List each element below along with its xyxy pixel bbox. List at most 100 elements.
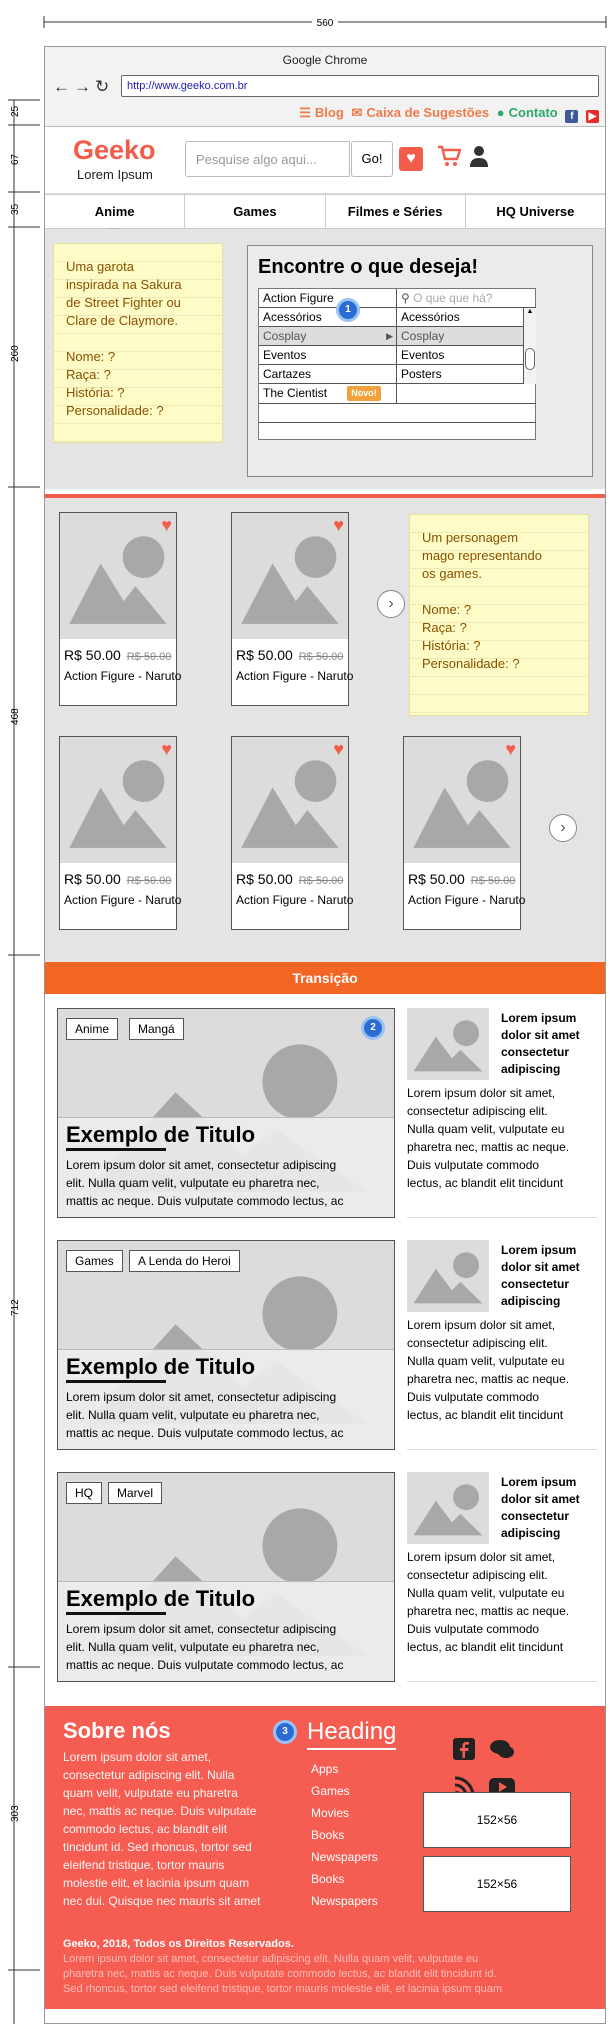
- note-line: História: ?: [422, 638, 481, 653]
- tab-hq-universe[interactable]: HQ Universe: [466, 195, 605, 228]
- current-price: R$ 50.00: [408, 871, 465, 887]
- heart-icon[interactable]: ♥: [161, 515, 172, 536]
- product-price: R$ 50.00 R$ 50.00: [64, 871, 171, 887]
- product-card[interactable]: ♥ R$ 50.00 R$ 50.00 Action Figure - Naruto: [403, 736, 525, 930]
- facebook-icon[interactable]: f: [565, 110, 579, 123]
- article-card[interactable]: HQ Marvel Exemplo de Titulo Lorem ipsum dol…: [57, 1472, 395, 1682]
- site-footer: Sobre nós Lorem ipsum dolor sit amet, co…: [45, 1706, 605, 2009]
- scroll-up-icon[interactable]: ▲: [524, 308, 536, 315]
- side-text-line: lectus, ac blandit elit tincidunt: [407, 1176, 564, 1190]
- menu-item-label: The Cientist: [263, 386, 328, 400]
- heart-icon[interactable]: ♥: [161, 739, 172, 760]
- menu-item[interactable]: Acessórios: [259, 308, 397, 327]
- search-button[interactable]: Go!: [351, 141, 393, 177]
- heart-icon[interactable]: ♥: [333, 739, 344, 760]
- menu-item[interactable]: Eventos: [259, 346, 397, 365]
- menu-item[interactable]: The Cientist Novo!: [259, 384, 397, 403]
- side-article-heading[interactable]: Lorem ipsum dolor sit amet consectetur a…: [501, 1242, 597, 1310]
- article-tag[interactable]: Anime: [66, 1018, 119, 1040]
- article-tag[interactable]: Games: [66, 1250, 123, 1272]
- user-icon[interactable]: [469, 145, 489, 173]
- tab-movies-series[interactable]: Filmes e Séries: [326, 195, 466, 228]
- blog-link[interactable]: Blog: [315, 105, 344, 120]
- menu-item[interactable]: Action Figure: [259, 289, 397, 308]
- article-text-line: mattis ac neque. Duis vulputate commodo …: [66, 1194, 344, 1208]
- reload-icon[interactable]: ↻: [95, 77, 113, 96]
- back-icon[interactable]: ←: [53, 77, 74, 96]
- carousel-next-icon[interactable]: ›: [549, 814, 577, 842]
- side-article[interactable]: Lorem ipsum dolor sit amet consectetur a…: [407, 1008, 597, 1218]
- side-text-line: Duis vulputate commodo: [407, 1622, 540, 1636]
- footer-link[interactable]: Games: [311, 1780, 378, 1802]
- copyright: Geeko, 2018, Todos os Direitos Reservado…: [63, 1938, 294, 1950]
- fine-line: pharetra nec, mattis ac neque. Duis vulp…: [63, 1968, 497, 1980]
- footer-link[interactable]: Newspapers: [311, 1890, 378, 1912]
- article-title[interactable]: Exemplo de Titulo: [66, 1354, 255, 1383]
- contact-link[interactable]: Contato: [509, 105, 558, 120]
- article-caption: Exemplo de Titulo Lorem ipsum dolor sit a…: [58, 1117, 394, 1217]
- note-line: mago representando: [422, 548, 542, 563]
- product-card[interactable]: ♥ R$ 50.00 R$ 50.00 Action Figure - Naruto: [59, 512, 181, 706]
- scrollbar[interactable]: ▲: [523, 308, 536, 384]
- tab-anime[interactable]: Anime: [45, 195, 186, 235]
- divider: [259, 403, 536, 404]
- menu-item[interactable]: Cartazes: [259, 365, 397, 384]
- menu-item-selected[interactable]: Cosplay ▶: [259, 327, 397, 346]
- product-price: R$ 50.00 R$ 50.00: [236, 871, 343, 887]
- note-line: Personalidade: ?: [422, 656, 520, 671]
- article-title[interactable]: Exemplo de Titulo: [66, 1586, 255, 1615]
- old-price: R$ 50.00: [126, 875, 172, 887]
- image-placeholder: 152×56: [423, 1792, 571, 1848]
- rss-icon: ☰: [299, 105, 311, 120]
- side-article-heading[interactable]: Lorem ipsum dolor sit amet consectetur a…: [501, 1010, 597, 1078]
- submenu-search-input[interactable]: ⚲ O que que há?: [397, 289, 536, 308]
- article-title[interactable]: Exemplo de Titulo: [66, 1122, 255, 1151]
- article-tag[interactable]: Marvel: [108, 1482, 163, 1504]
- note-line: Raça: ?: [66, 367, 111, 382]
- footer-link[interactable]: Newspapers: [311, 1846, 378, 1868]
- article-tag[interactable]: Mangá: [129, 1018, 184, 1040]
- scroll-thumb[interactable]: [525, 348, 535, 370]
- product-name: Action Figure - Naruto: [64, 893, 182, 907]
- carousel-next-icon[interactable]: ›: [377, 590, 405, 618]
- product-card[interactable]: ♥ R$ 50.00 R$ 50.00 Action Figure - Naruto: [231, 736, 353, 930]
- article-tag[interactable]: A Lenda do Heroi: [129, 1250, 240, 1272]
- submenu-item-selected[interactable]: Cosplay: [397, 327, 523, 346]
- article-caption: Exemplo de Titulo Lorem ipsum dolor sit a…: [58, 1581, 394, 1681]
- address-bar[interactable]: http://www.geeko.com.br: [121, 75, 599, 97]
- forward-icon[interactable]: →: [74, 77, 95, 96]
- side-text-line: Nulla quam velit, vulputate eu: [407, 1122, 565, 1136]
- footer-link[interactable]: Books: [311, 1868, 378, 1890]
- about-line: consectetur adipiscing elit. Nulla: [63, 1768, 235, 1782]
- heart-icon[interactable]: ♥: [505, 739, 516, 760]
- footer-link[interactable]: Movies: [311, 1802, 378, 1824]
- cart-icon[interactable]: [437, 145, 462, 173]
- search-input[interactable]: Pesquise algo aqui...: [185, 141, 350, 177]
- article-card[interactable]: Anime Mangá Exemplo de Titulo Lorem ipsum d…: [57, 1008, 395, 1218]
- facebook-icon[interactable]: [453, 1738, 475, 1760]
- chat-icon[interactable]: [489, 1738, 515, 1760]
- favorites-icon[interactable]: ♥: [399, 147, 423, 171]
- footer-link[interactable]: Apps: [311, 1758, 378, 1780]
- side-article-heading[interactable]: Lorem ipsum dolor sit amet consectetur a…: [501, 1474, 597, 1542]
- submenu-item[interactable]: Eventos: [397, 346, 523, 365]
- site-logo[interactable]: Geeko: [73, 135, 156, 166]
- footer-link[interactable]: Books: [311, 1824, 378, 1846]
- product-name: Action Figure - Naruto: [236, 669, 354, 683]
- youtube-icon[interactable]: ▶: [586, 110, 599, 123]
- side-article[interactable]: Lorem ipsum dolor sit amet consectetur a…: [407, 1472, 597, 1682]
- tab-games[interactable]: Games: [185, 195, 326, 228]
- about-line: quam velit, vulputate eu pharetra: [63, 1786, 238, 1800]
- footer-heading: Heading: [307, 1718, 397, 1750]
- product-card[interactable]: ♥ R$ 50.00 R$ 50.00 Action Figure - Naruto: [231, 512, 353, 706]
- submenu-item[interactable]: Posters: [397, 365, 523, 384]
- suggestions-link[interactable]: Caixa de Sugestões: [366, 105, 489, 120]
- note-line: Nome: ?: [66, 349, 116, 364]
- heart-icon[interactable]: ♥: [333, 515, 344, 536]
- article-card[interactable]: Games A Lenda do Heroi Exemplo de Titulo Lo…: [57, 1240, 395, 1450]
- note-line: inspirada na Sakura: [66, 277, 182, 292]
- side-article[interactable]: Lorem ipsum dolor sit amet consectetur a…: [407, 1240, 597, 1450]
- article-tag[interactable]: HQ: [66, 1482, 102, 1504]
- submenu-item[interactable]: Acessórios: [397, 308, 523, 327]
- product-card[interactable]: ♥ R$ 50.00 R$ 50.00 Action Figure - Naruto: [59, 736, 181, 930]
